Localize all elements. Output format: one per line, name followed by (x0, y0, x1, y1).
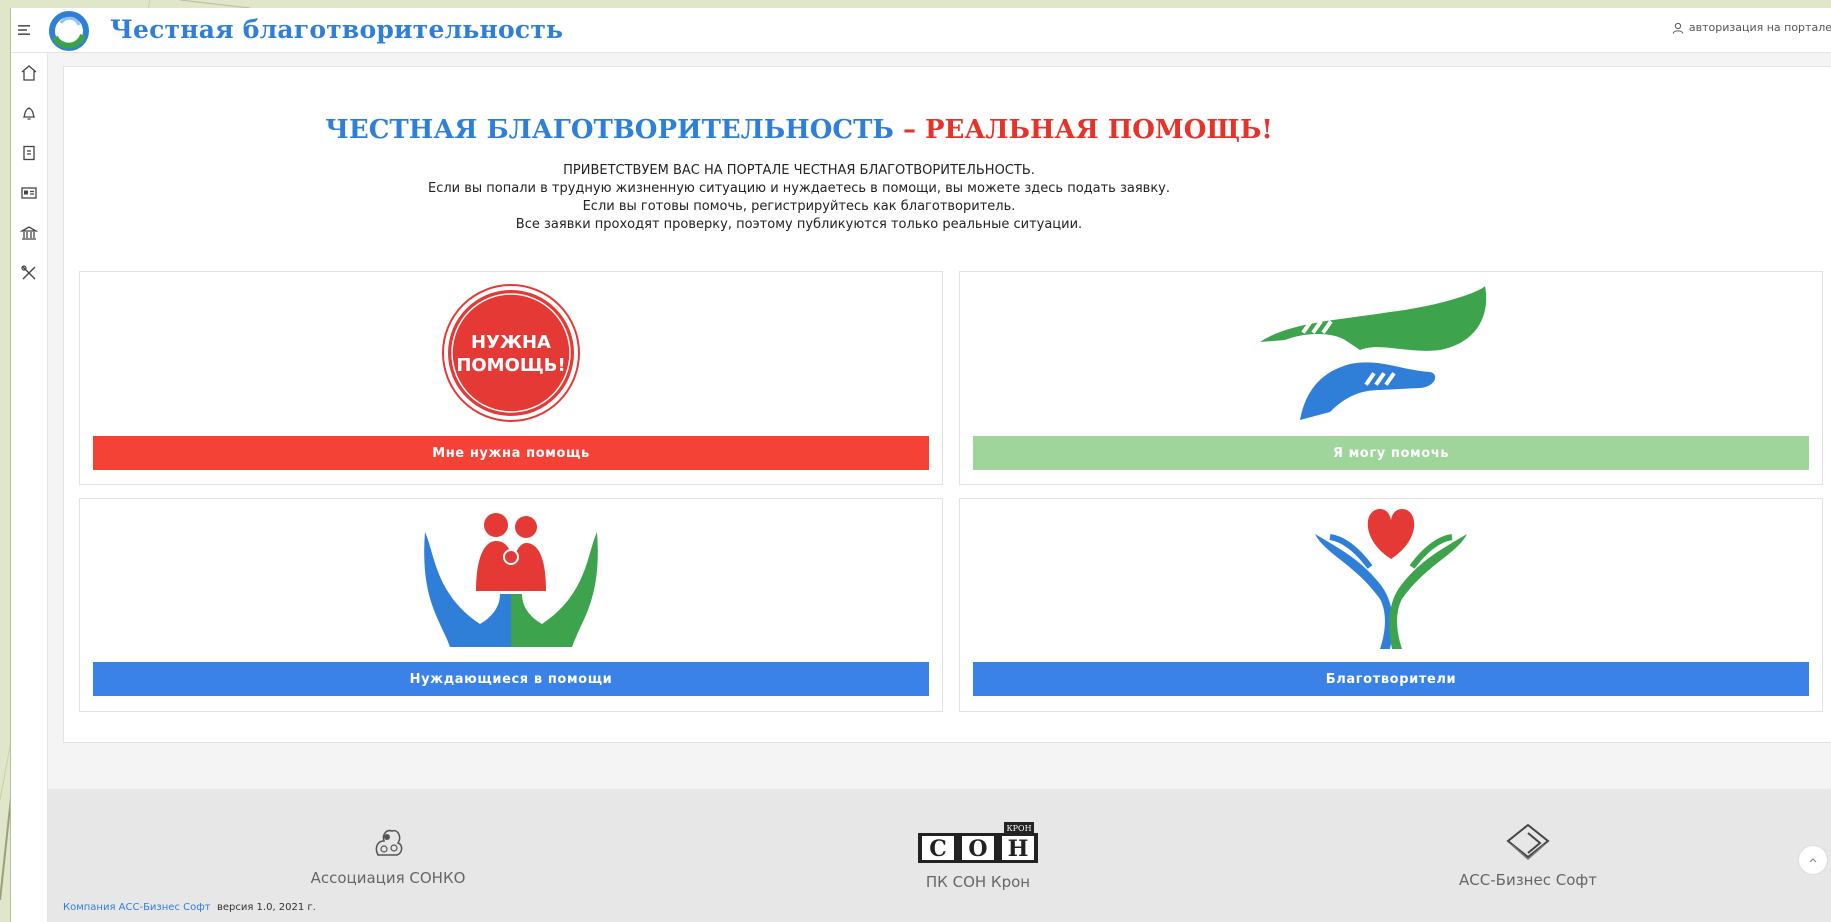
id-card-icon (21, 187, 37, 199)
bell-icon (22, 107, 36, 120)
sidebar-item-notifications[interactable] (11, 93, 47, 133)
partner-acc[interactable]: АСС-Бизнес Софт (1438, 821, 1618, 889)
hero-line: ПРИВЕТСТВУЕМ ВАС НА ПОРТАЛЕ ЧЕСТНАЯ БЛАГ… (563, 163, 1035, 178)
partner-sonko[interactable]: Ассоциация СОНКО (288, 821, 488, 887)
need-help-button[interactable]: Мне нужна помощь (93, 436, 929, 470)
book-icon (23, 145, 35, 161)
login-link[interactable]: авторизация на портале (1672, 21, 1831, 34)
needy-button[interactable]: Нуждающиеся в помощи (93, 662, 929, 696)
son-kron-logo-icon: С О Н КРОН (918, 822, 1038, 863)
hero-title-dash: – (893, 115, 925, 145)
sidebar-item-documents[interactable] (11, 133, 47, 173)
helping-hands-icon (1260, 286, 1487, 420)
sonko-logo-icon (375, 829, 403, 856)
svg-text:О: О (968, 836, 987, 862)
menu-toggle-icon[interactable] (17, 22, 33, 38)
app-title[interactable]: Честная благотворительность (110, 15, 563, 44)
need-help-badge-icon: НУЖНА ПОМОЩЬ! (442, 284, 580, 422)
user-icon (1672, 22, 1684, 34)
partner-label: АСС-Бизнес Софт (1459, 871, 1597, 889)
hero-line: Все заявки проходят проверку, поэтому пу… (515, 217, 1083, 232)
heart-hands-icon (1315, 509, 1467, 649)
tools-icon (21, 265, 36, 280)
family-in-hands-icon (424, 513, 598, 647)
hero-line: Если вы готовы помочь, регистрируйтесь к… (582, 199, 1016, 214)
son-kron-badge: КРОН (1006, 824, 1031, 833)
top-bar: Честная благотворительность авторизация … (11, 8, 1831, 53)
badge-line-2: ПОМОЩЬ! (456, 355, 565, 376)
card-need-help: НУЖНА ПОМОЩЬ! Мне нужна помощь (79, 271, 943, 485)
sidebar-item-organizations[interactable] (11, 213, 47, 253)
badge-line-1: НУЖНА (471, 332, 551, 353)
footer: Ассоциация СОНКО С О Н КРОН ПК СОН Крон (48, 789, 1831, 922)
svg-text:С: С (929, 836, 947, 862)
card-needy: Нуждающиеся в помощи (79, 498, 943, 712)
acc-logo-icon (1506, 823, 1550, 860)
sidebar (11, 53, 48, 922)
svg-text:Н: Н (1008, 836, 1029, 862)
donors-button[interactable]: Благотворители (973, 662, 1809, 696)
can-help-button[interactable]: Я могу помочь (973, 436, 1809, 470)
company-link[interactable]: Компания АСС-Бизнес Софт (63, 902, 211, 913)
footer-copyright: Компания АСС-Бизнес Софт версия 1.0, 202… (63, 902, 316, 913)
sidebar-item-settings[interactable] (11, 253, 47, 293)
hero-line: Если вы попали в трудную жизненную ситуа… (427, 181, 1171, 196)
partner-label: ПК СОН Крон (925, 873, 1031, 891)
chevron-up-icon (1809, 858, 1817, 863)
home-icon (21, 65, 37, 81)
partner-label: Ассоциация СОНКО (310, 869, 466, 887)
main-panel: ЧЕСТНАЯ БЛАГОТВОРИТЕЛЬНОСТЬ – РЕАЛЬНАЯ П… (63, 66, 1831, 743)
hero-title-blue: ЧЕСТНАЯ БЛАГОТВОРИТЕЛЬНОСТЬ (325, 115, 894, 145)
app-window: Честная благотворительность авторизация … (10, 8, 1831, 922)
hero-title: ЧЕСТНАЯ БЛАГОТВОРИТЕЛЬНОСТЬ – РЕАЛЬНАЯ П… (64, 115, 1534, 145)
card-can-help: Я могу помочь (959, 271, 1823, 485)
app-logo-icon[interactable] (49, 11, 89, 51)
bank-icon (20, 226, 38, 240)
card-donors: Благотворители (959, 498, 1823, 712)
scroll-to-top-button[interactable] (1798, 845, 1828, 875)
sidebar-item-contacts[interactable] (11, 173, 47, 213)
hero-title-red: РЕАЛЬНАЯ ПОМОЩЬ! (925, 115, 1273, 145)
login-label: авторизация на портале (1688, 21, 1831, 34)
partner-son-kron[interactable]: С О Н КРОН ПК СОН Крон (898, 821, 1058, 891)
version-text: версия 1.0, 2021 г. (216, 902, 316, 913)
sidebar-item-home[interactable] (11, 53, 47, 93)
hero-description: ПРИВЕТСТВУЕМ ВАС НА ПОРТАЛЕ ЧЕСТНАЯ БЛАГ… (64, 162, 1534, 234)
